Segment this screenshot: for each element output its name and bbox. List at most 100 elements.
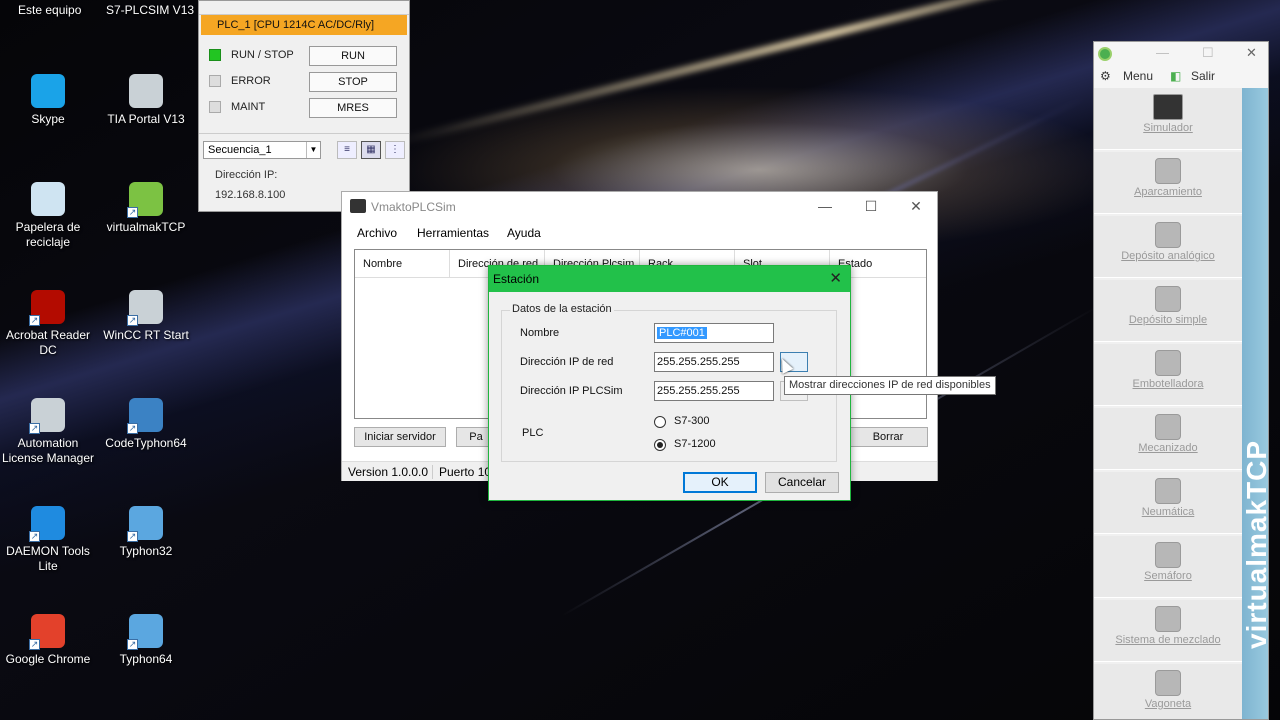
close-icon[interactable]: ✕: [1246, 45, 1257, 61]
minimize-icon[interactable]: —: [1156, 45, 1169, 60]
desktop-shortcut-label: virtualmakTCP: [106, 220, 186, 234]
desktop-shortcut[interactable]: Papelera de reciclaje: [0, 182, 96, 250]
desktop-shortcut-label: Typhon64: [119, 652, 173, 666]
radio-s7-300-label[interactable]: S7-300: [674, 415, 709, 427]
menu-bar: Archivo Herramientas Ayuda: [342, 222, 937, 244]
gear-icon[interactable]: ⚙: [1100, 69, 1111, 83]
sim-item[interactable]: Semáforo: [1094, 536, 1242, 598]
dialog-title: Estación: [493, 272, 540, 286]
radio-s7-1200[interactable]: [654, 439, 666, 451]
desktop-shortcut[interactable]: ↗ CodeTyphon64: [98, 398, 194, 451]
desktop-shortcut-label: WinCC RT Start: [103, 328, 189, 342]
shortcut-arrow-icon: ↗: [127, 639, 138, 650]
error-label: ERROR: [231, 75, 271, 87]
run-button[interactable]: RUN: [309, 46, 397, 66]
close-icon[interactable]: ✕: [829, 269, 842, 287]
sim-item[interactable]: Sistema de mezclado: [1094, 600, 1242, 662]
grid-view-icon[interactable]: ⋮: [385, 141, 405, 159]
menu-herramientas[interactable]: Herramientas: [417, 226, 489, 240]
exit-button[interactable]: Salir: [1191, 69, 1215, 83]
maint-label: MAINT: [231, 101, 266, 113]
ip-label: Dirección IP:: [215, 169, 278, 181]
recycle-bin-icon: [31, 182, 65, 216]
desktop-shortcut-label: TIA Portal V13: [107, 112, 185, 126]
desktop-shortcut[interactable]: ↗ DAEMON Tools Lite: [0, 506, 96, 574]
ok-button[interactable]: OK: [683, 472, 757, 493]
desktop-shortcut[interactable]: ↗ virtualmakTCP: [98, 182, 194, 235]
exit-icon[interactable]: ◧: [1170, 69, 1181, 83]
sim-item-label: Vagoneta: [1144, 698, 1192, 710]
chevron-down-icon[interactable]: ▼: [306, 142, 320, 158]
mres-button[interactable]: MRES: [309, 98, 397, 118]
desktop-shortcut-label: Acrobat Reader DC: [5, 328, 91, 357]
bottle-icon: [1155, 350, 1181, 376]
ip-value: 192.168.8.100: [215, 189, 286, 201]
desktop-shortcut[interactable]: ↗ Typhon32: [98, 506, 194, 559]
menu-ayuda[interactable]: Ayuda: [507, 226, 541, 240]
sim-item[interactable]: Depósito analógico: [1094, 216, 1242, 278]
ip-red-field[interactable]: 255.255.255.255: [654, 352, 774, 372]
start-server-button[interactable]: Iniciar servidor: [354, 427, 446, 447]
tia-portal-icon: [129, 74, 163, 108]
desktop-shortcut[interactable]: ↗ Automation License Manager: [0, 398, 96, 466]
sim-item[interactable]: Depósito simple: [1094, 280, 1242, 342]
column-header[interactable]: Nombre: [355, 250, 450, 278]
sim-item[interactable]: Mecanizado: [1094, 408, 1242, 470]
sim-item[interactable]: Simulador: [1094, 88, 1242, 150]
sim-item-label: Depósito analógico: [1121, 250, 1215, 262]
desktop-shortcut-label: Google Chrome: [5, 652, 91, 666]
plcsim-toolbar: [199, 1, 409, 15]
desktop-shortcut-label: Skype: [31, 112, 65, 126]
desktop-shortcut[interactable]: Skype: [0, 74, 96, 127]
maint-led: [209, 101, 221, 113]
shortcut-arrow-icon: ↗: [29, 315, 40, 326]
sim-item-label: Aparcamiento: [1134, 186, 1202, 198]
shortcut-arrow-icon: ↗: [127, 315, 138, 326]
detail-view-icon[interactable]: ▦: [361, 141, 381, 159]
sim-item[interactable]: Aparcamiento: [1094, 152, 1242, 214]
desktop-shortcut[interactable]: ↗ WinCC RT Start: [98, 290, 194, 343]
desktop-shortcut[interactable]: TIA Portal V13: [98, 74, 194, 127]
sequence-select[interactable]: Secuencia_1 ▼: [203, 141, 321, 159]
brand-text: virtualmakTCP: [1241, 439, 1269, 649]
sim-item[interactable]: Vagoneta: [1094, 664, 1242, 719]
codetyphon-icon: ↗: [127, 398, 163, 434]
maximize-icon[interactable]: ☐: [1202, 45, 1214, 61]
cancel-button[interactable]: Cancelar: [765, 472, 839, 493]
shortcut-arrow-icon: ↗: [127, 207, 138, 218]
desktop-shortcut-label: Typhon32: [119, 544, 173, 558]
stop-button[interactable]: STOP: [309, 72, 397, 92]
typhon32-icon: ↗: [127, 506, 163, 542]
desktop-shortcut[interactable]: ↗ Acrobat Reader DC: [0, 290, 96, 358]
virtualmak-window: — ☐ ✕ ⚙ Menu ◧ Salir Simulador Aparcamien…: [1093, 41, 1269, 720]
maximize-icon[interactable]: ☐: [848, 196, 894, 218]
name-field[interactable]: PLC#001: [654, 323, 774, 343]
radio-s7-300[interactable]: [654, 416, 666, 428]
desktop-shortcut-label: Papelera de reciclaje: [15, 220, 81, 249]
run-stop-led: [209, 49, 221, 61]
desktop-label-plcsim[interactable]: S7-PLCSIM V13: [106, 3, 194, 17]
sim-item[interactable]: Neumática: [1094, 472, 1242, 534]
sim-item-label: Simulador: [1143, 122, 1193, 134]
desktop-shortcut[interactable]: ↗ Typhon64: [98, 614, 194, 667]
window-titlebar[interactable]: VmaktoPLCSim — ☐ ✕: [342, 192, 937, 220]
menu-button[interactable]: Menu: [1123, 69, 1153, 83]
minimize-icon[interactable]: —: [802, 196, 848, 218]
list-view-icon[interactable]: ≡: [337, 141, 357, 159]
delete-button[interactable]: Borrar: [848, 427, 928, 447]
close-icon[interactable]: ✕: [893, 196, 939, 218]
ip-red-label: Dirección IP de red: [520, 356, 614, 368]
desktop-label-este-equipo[interactable]: Este equipo: [18, 3, 81, 17]
skype-icon: [31, 74, 65, 108]
dialog-titlebar[interactable]: Estación ✕: [489, 266, 850, 292]
ip-plcsim-field[interactable]: 255.255.255.255: [654, 381, 774, 401]
menu-archivo[interactable]: Archivo: [357, 226, 397, 240]
analog-tank-icon: [1155, 222, 1181, 248]
desktop-shortcut[interactable]: ↗ Google Chrome: [0, 614, 96, 667]
version-text: Version 1.0.0.0: [348, 465, 429, 479]
sim-item[interactable]: Embotelladora: [1094, 344, 1242, 406]
typhon64-icon: ↗: [127, 614, 163, 650]
radio-s7-1200-label[interactable]: S7-1200: [674, 438, 716, 450]
shortcut-arrow-icon: ↗: [127, 531, 138, 542]
tooltip: Mostrar direcciones IP de red disponible…: [784, 376, 996, 395]
